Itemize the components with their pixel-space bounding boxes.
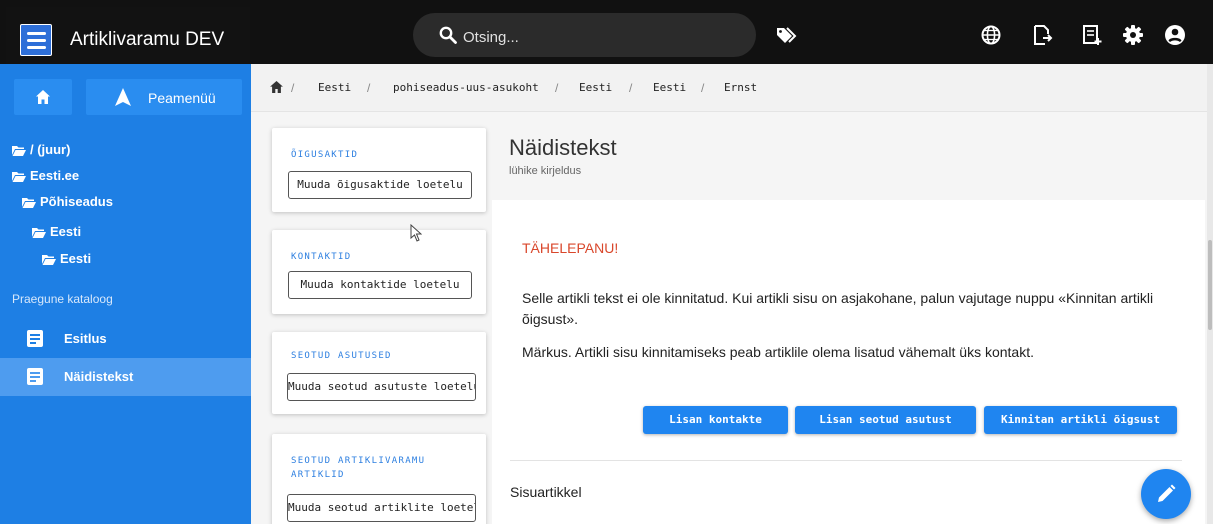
main-menu-button[interactable]: Peamenüü: [86, 79, 242, 115]
top-app-bar: Artiklivaramu DEV Otsing...: [0, 0, 1213, 64]
main-menu-label: Peamenüü: [148, 90, 216, 106]
breadcrumb-separator: /: [629, 81, 633, 95]
folder-open-icon: [12, 172, 26, 182]
divider: [510, 460, 1182, 461]
edit-related-institutions-button[interactable]: Muuda seotud asutuste loetelu: [287, 373, 476, 401]
sidebar: Peamenüü / (juur) Eesti.ee Põhiseadus Ee…: [0, 64, 251, 524]
tree-item-eesti-ee[interactable]: Eesti.ee: [12, 168, 79, 188]
edit-pencil-icon: [1158, 484, 1176, 502]
document-icon: [27, 368, 43, 385]
sidebar-item-label: Näidistekst: [64, 369, 134, 384]
search-box[interactable]: Otsing...: [413, 13, 756, 57]
globe-icon[interactable]: [980, 24, 1002, 46]
mouse-cursor-icon: [410, 224, 422, 242]
current-catalog-label: Praegune kataloog: [12, 292, 113, 306]
home-icon: [36, 90, 50, 104]
breadcrumb-separator: /: [291, 81, 295, 95]
search-placeholder[interactable]: Otsing...: [463, 29, 519, 46]
edit-related-articles-button[interactable]: Muuda seotud artiklite loetelu: [287, 494, 476, 522]
app-title: Artiklivaramu DEV: [70, 29, 225, 50]
related-articles-card: SEOTUD ARTIKLIVARAMU ARTIKLID Muuda seot…: [272, 434, 486, 524]
page-subtitle: lühike kirjeldus: [509, 165, 582, 177]
sidebar-item-esitlus[interactable]: Esitlus: [0, 320, 251, 358]
scrollbar-thumb[interactable]: [1208, 240, 1212, 330]
breadcrumb-item[interactable]: Eesti: [653, 81, 686, 94]
tree-item-pohiseadus[interactable]: Põhiseadus: [22, 194, 113, 214]
sidebar-item-naidistekst[interactable]: Näidistekst: [0, 358, 251, 396]
sidebar-home-button[interactable]: [14, 79, 72, 115]
section-heading: Sisuartikkel: [510, 484, 582, 500]
breadcrumb-item[interactable]: pohiseadus-uus-asukoht: [393, 81, 539, 94]
warning-text: Selle artikli tekst ei ole kinnitatud. K…: [522, 290, 1154, 327]
add-note-icon[interactable]: [1081, 24, 1103, 46]
confirm-article-button[interactable]: Kinnitan artikli õigsust: [984, 406, 1177, 434]
note-text: Märkus. Artikli sisu kinnitamiseks peab …: [522, 344, 1034, 360]
contacts-card: KONTAKTID Muuda kontaktide loetelu: [272, 230, 486, 314]
page-title: Näidistekst: [509, 135, 617, 160]
tree-item-eesti-sub[interactable]: Eesti: [42, 251, 91, 271]
document-icon: [27, 330, 43, 347]
breadcrumb-item[interactable]: Eesti: [579, 81, 612, 94]
card-label: KONTAKTID: [291, 252, 352, 262]
card-label: SEOTUD ASUTUSED: [291, 351, 392, 361]
edit-contacts-button[interactable]: Muuda kontaktide loetelu: [288, 271, 472, 299]
account-icon[interactable]: [1164, 24, 1186, 46]
edit-fab-button[interactable]: [1141, 469, 1191, 519]
folder-open-icon: [22, 198, 36, 208]
breadcrumb-separator: /: [367, 81, 371, 95]
breadcrumb: / Eesti / pohiseadus-uus-asukoht / Eesti…: [251, 64, 1213, 112]
tags-icon[interactable]: [776, 25, 798, 45]
home-icon[interactable]: [270, 81, 283, 93]
article-header: Näidistekst lühike kirjeldus: [492, 120, 1213, 200]
card-label: SEOTUD ARTIKLIVARAMU ARTIKLID: [291, 456, 426, 480]
breadcrumb-item[interactable]: Ernst: [724, 81, 757, 94]
sidebar-item-label: Esitlus: [64, 331, 107, 346]
breadcrumb-separator: /: [701, 81, 705, 95]
navigation-arrow-icon: [115, 88, 131, 106]
add-related-institution-button[interactable]: Lisan seotud asutust: [795, 406, 976, 434]
folder-open-icon: [12, 146, 26, 156]
edit-legal-acts-button[interactable]: Muuda õigusaktide loetelu: [288, 171, 472, 199]
settings-icon[interactable]: [1122, 24, 1144, 46]
tree-item-root[interactable]: / (juur): [12, 142, 70, 162]
folder-open-icon: [32, 228, 46, 238]
breadcrumb-item[interactable]: Eesti: [318, 81, 351, 94]
warning-title: TÄHELEPANU!: [522, 240, 619, 256]
search-icon: [439, 26, 457, 44]
export-icon[interactable]: [1031, 24, 1053, 46]
related-institutions-card: SEOTUD ASUTUSED Muuda seotud asutuste lo…: [272, 332, 486, 414]
add-contacts-button[interactable]: Lisan kontakte: [643, 406, 788, 434]
breadcrumb-separator: /: [555, 81, 559, 95]
tree-item-eesti[interactable]: Eesti: [32, 224, 81, 244]
app-logo: [20, 24, 52, 56]
article-panel: TÄHELEPANU! Selle artikli tekst ei ole k…: [492, 200, 1205, 524]
legal-acts-card: ÕIGUSAKTID Muuda õigusaktide loetelu: [272, 128, 486, 212]
folder-open-icon: [42, 255, 56, 265]
card-label: ÕIGUSAKTID: [291, 150, 359, 160]
